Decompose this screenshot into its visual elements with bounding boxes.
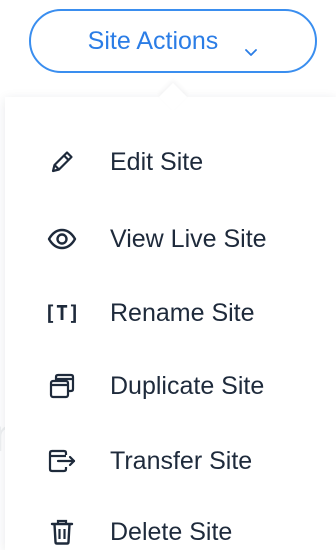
transfer-icon <box>47 446 77 476</box>
menu-item-view-live-site[interactable]: View Live Site <box>5 210 336 268</box>
menu-item-edit-site[interactable]: Edit Site <box>5 133 336 191</box>
pencil-icon <box>47 147 77 177</box>
site-actions-label: Site Actions <box>87 26 219 55</box>
menu-item-label: Delete Site <box>110 517 233 546</box>
trash-icon <box>47 517 77 547</box>
site-actions-screen: nnna Site Actions Edit Site <box>0 0 336 550</box>
eye-icon <box>47 224 77 254</box>
menu-item-label: Rename Site <box>110 298 255 327</box>
chevron-down-icon <box>244 36 258 56</box>
site-actions-button[interactable]: Site Actions <box>29 9 317 73</box>
menu-pointer <box>158 82 188 112</box>
menu-item-duplicate-site[interactable]: Duplicate Site <box>5 357 336 415</box>
duplicate-icon <box>47 371 77 401</box>
rename-icon: [T] <box>43 301 81 325</box>
menu-item-delete-site[interactable]: Delete Site <box>5 503 336 550</box>
menu-item-label: Edit Site <box>110 147 204 176</box>
menu-item-label: View Live Site <box>110 224 267 253</box>
menu-item-transfer-site[interactable]: Transfer Site <box>5 432 336 490</box>
menu-item-label: Transfer Site <box>110 446 253 475</box>
menu-item-label: Duplicate Site <box>110 371 265 400</box>
menu-item-rename-site[interactable]: [T] Rename Site <box>5 284 336 342</box>
site-actions-menu: Edit Site View Live Site [T] Rename Site <box>5 82 336 550</box>
